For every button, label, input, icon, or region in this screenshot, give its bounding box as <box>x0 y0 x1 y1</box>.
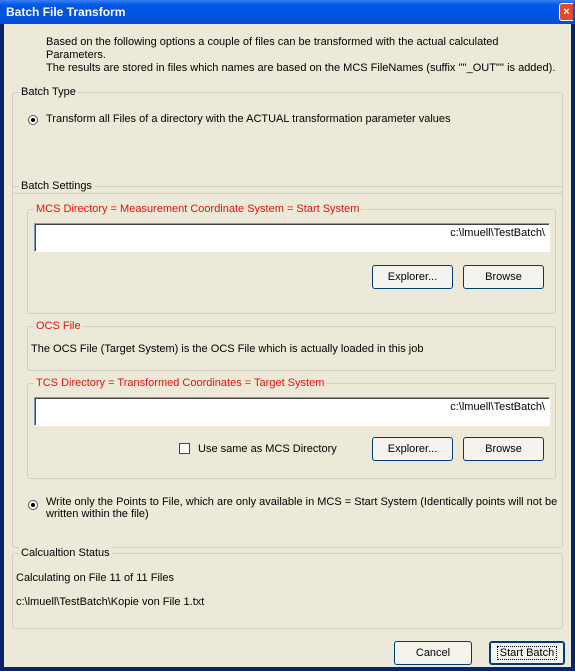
intro-line-2: The results are stored in files which na… <box>46 62 556 74</box>
batch-type-legend: Batch Type <box>19 86 78 98</box>
tcs-browse-button[interactable]: Browse <box>463 437 544 461</box>
mcs-directory-value: c:\lmuell\TestBatch\ <box>450 227 545 239</box>
start-batch-label: Start Batch <box>496 646 558 660</box>
intro-line-1: Based on the following options a couple … <box>46 36 499 61</box>
calculation-status-group: Calcualtion Status Calculating on File 1… <box>12 547 563 629</box>
window-title: Batch File Transform <box>6 5 126 19</box>
mcs-browse-button[interactable]: Browse <box>463 265 544 289</box>
title-bar[interactable]: Batch File Transform × <box>0 0 575 24</box>
tcs-explorer-button[interactable]: Explorer... <box>372 437 453 461</box>
mcs-explorer-button[interactable]: Explorer... <box>372 265 453 289</box>
close-icon[interactable]: × <box>559 3 573 21</box>
use-same-as-mcs-label[interactable]: Use same as MCS Directory <box>198 443 337 455</box>
write-only-points-radio[interactable] <box>28 500 38 510</box>
status-current-file-text: c:\lmuell\TestBatch\Kopie von File 1.txt <box>16 596 205 608</box>
mcs-directory-legend: MCS Directory = Measurement Coordinate S… <box>34 203 362 215</box>
batch-settings-group: Batch Settings MCS Directory = Measureme… <box>12 180 563 548</box>
write-only-points-label-line-2[interactable]: written within the file) <box>46 508 149 520</box>
mcs-directory-input[interactable]: c:\lmuell\TestBatch\ <box>34 223 550 252</box>
dialog-client-area: Based on the following options a couple … <box>4 24 571 667</box>
calculation-status-legend: Calcualtion Status <box>19 547 112 559</box>
write-only-points-label-line-1[interactable]: Write only the Points to File, which are… <box>46 496 557 508</box>
transform-all-label[interactable]: Transform all Files of a directory with … <box>46 113 451 125</box>
start-batch-button[interactable]: Start Batch <box>489 641 565 665</box>
ocs-file-group: OCS File The OCS File (Target System) is… <box>27 320 556 371</box>
ocs-file-description: The OCS File (Target System) is the OCS … <box>31 343 424 355</box>
batch-type-group: Batch Type Transform all Files of a dire… <box>12 86 563 194</box>
tcs-directory-value: c:\lmuell\TestBatch\ <box>450 401 545 413</box>
ocs-file-legend: OCS File <box>34 320 83 332</box>
batch-file-transform-window: Batch File Transform × Based on the foll… <box>0 0 575 671</box>
batch-settings-legend: Batch Settings <box>19 180 94 192</box>
status-progress-text: Calculating on File 11 of 11 Files <box>16 572 174 584</box>
use-same-as-mcs-checkbox[interactable] <box>179 443 190 454</box>
tcs-directory-group: TCS Directory = Transformed Coordinates … <box>27 377 556 479</box>
cancel-button[interactable]: Cancel <box>394 641 472 665</box>
tcs-directory-input[interactable]: c:\lmuell\TestBatch\ <box>34 397 550 426</box>
intro-text: Based on the following options a couple … <box>46 36 556 75</box>
tcs-directory-legend: TCS Directory = Transformed Coordinates … <box>34 377 327 389</box>
mcs-directory-group: MCS Directory = Measurement Coordinate S… <box>27 203 556 314</box>
transform-all-radio[interactable] <box>28 115 38 125</box>
